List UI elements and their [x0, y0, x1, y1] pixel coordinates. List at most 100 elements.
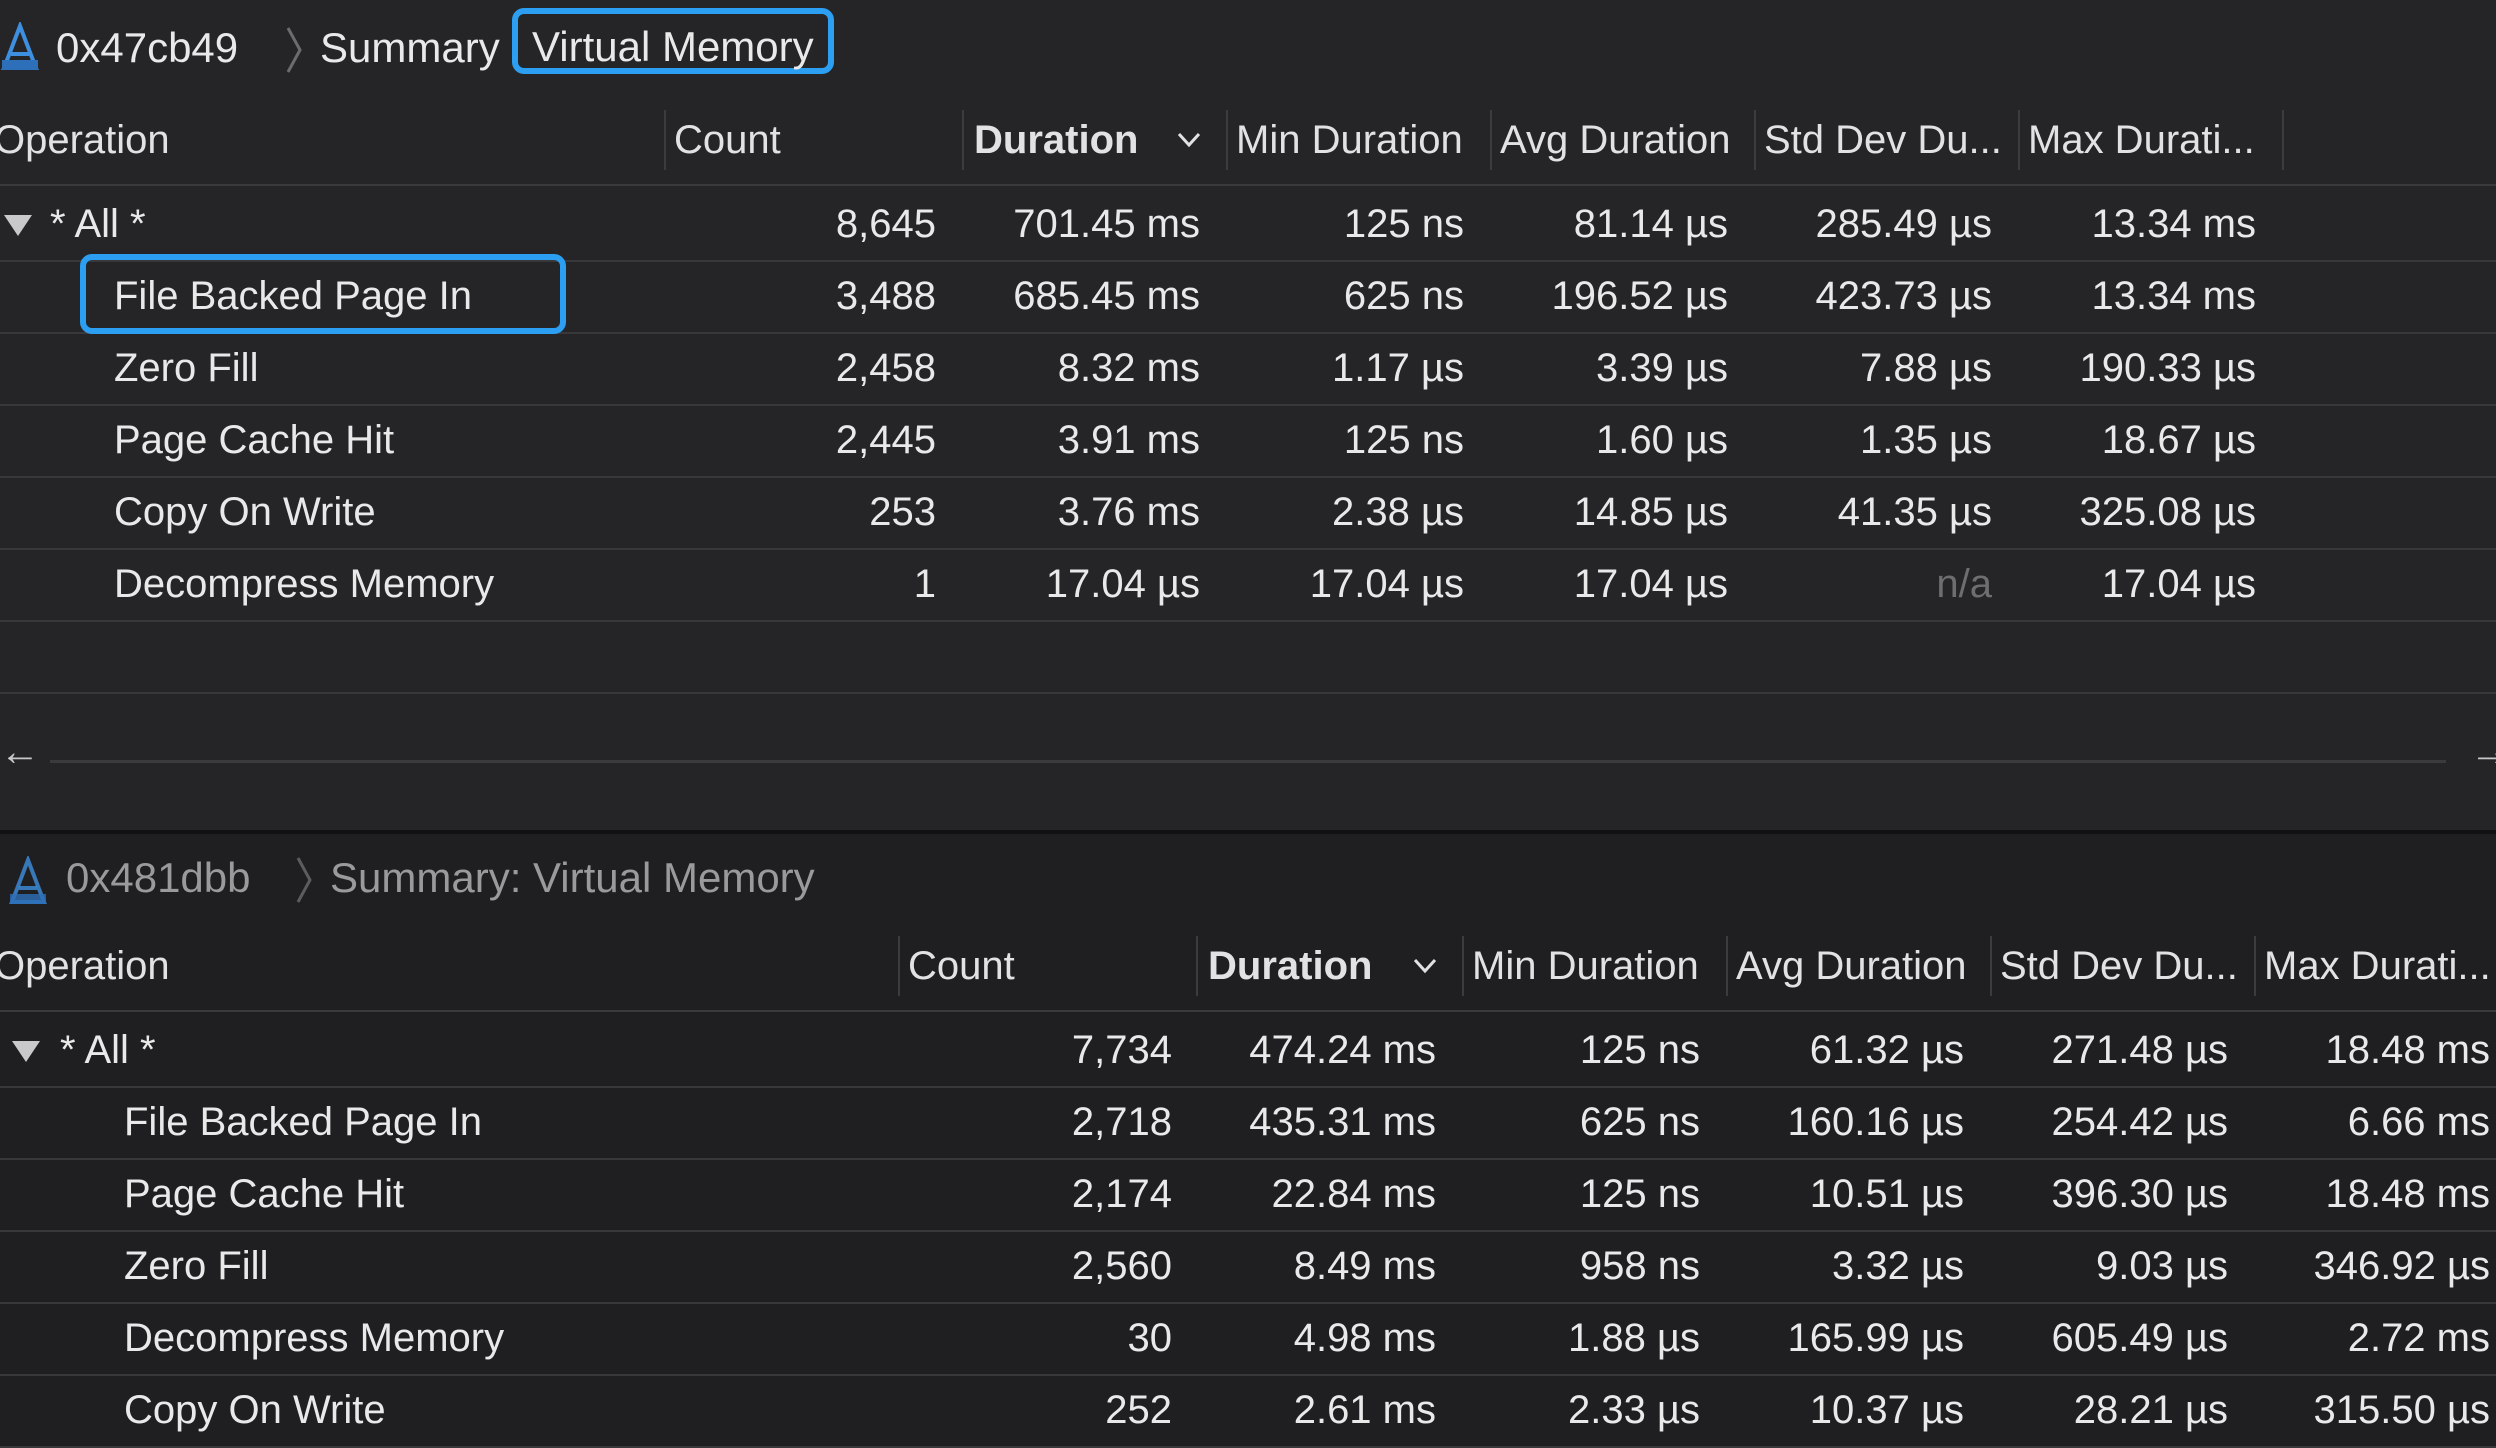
- row-avg: 10.51 µs: [1809, 1172, 1964, 1216]
- row-max: 6.66 ms: [2347, 1100, 2490, 1144]
- row-count: 2,174: [1071, 1172, 1172, 1216]
- table-row[interactable]: File Backed Page In 3,488 685.45 ms 625 …: [0, 254, 2496, 334]
- col-header-duration[interactable]: Duration: [974, 96, 1174, 184]
- table-row[interactable]: File Backed Page In 2,718 435.31 ms 625 …: [0, 1086, 2496, 1160]
- row-max: 18.48 ms: [2325, 1172, 2490, 1216]
- breadcrumb-virtual-memory[interactable]: Virtual Memory: [512, 8, 834, 74]
- column-divider[interactable]: [664, 110, 666, 170]
- row-count: 7,734: [1071, 1028, 1172, 1072]
- row-max: 346.92 µs: [2313, 1244, 2490, 1288]
- row-avg: 17.04 µs: [1573, 562, 1728, 606]
- col-header-avg-duration[interactable]: Avg Duration: [1736, 922, 1992, 1010]
- row-duration: 17.04 µs: [1045, 562, 1200, 606]
- row-max: 315.50 µs: [2313, 1388, 2490, 1432]
- row-name: Decompress Memory: [114, 562, 495, 606]
- column-divider[interactable]: [1462, 936, 1464, 996]
- row-count: 8,645: [835, 202, 936, 246]
- row-duration: 435.31 ms: [1249, 1100, 1436, 1144]
- breadcrumb-summary[interactable]: Summary: [320, 24, 500, 72]
- row-min: 2.33 µs: [1567, 1388, 1700, 1432]
- row-duration: 4.98 ms: [1293, 1316, 1436, 1360]
- row-min: 2.38 µs: [1331, 490, 1464, 534]
- disclosure-triangle-icon[interactable]: [10, 1038, 42, 1064]
- row-max: 18.67 µs: [2101, 418, 2256, 462]
- chevron-down-icon[interactable]: [1176, 130, 1202, 150]
- table-row[interactable]: Copy On Write 252 2.61 ms 2.33 µs 10.37 …: [0, 1374, 2496, 1448]
- col-header-avg-duration[interactable]: Avg Duration: [1500, 96, 1756, 184]
- table-row[interactable]: * All * 7,734 474.24 ms 125 ns 61.32 µs …: [0, 1014, 2496, 1088]
- row-max: 190.33 µs: [2079, 346, 2256, 390]
- col-header-max-duration[interactable]: Max Durati...: [2264, 922, 2496, 1010]
- column-divider[interactable]: [2282, 110, 2284, 170]
- row-avg: 10.37 µs: [1809, 1388, 1964, 1432]
- disclosure-triangle-icon[interactable]: [2, 212, 34, 238]
- column-divider[interactable]: [1726, 936, 1728, 996]
- row-duration: 685.45 ms: [1013, 274, 1200, 318]
- row-name: Copy On Write: [124, 1388, 386, 1432]
- row-name: Zero Fill: [124, 1244, 269, 1288]
- column-divider[interactable]: [2018, 110, 2020, 170]
- breadcrumb-process[interactable]: 0x481dbb: [66, 854, 251, 902]
- table-row[interactable]: Page Cache Hit 2,445 3.91 ms 125 ns 1.60…: [0, 404, 2496, 478]
- row-min: 625 ns: [1343, 274, 1464, 318]
- col-header-count[interactable]: Count: [908, 922, 1188, 1010]
- col-header-max-duration[interactable]: Max Durati...: [2028, 96, 2284, 184]
- table-row[interactable]: Page Cache Hit 2,174 22.84 ms 125 ns 10.…: [0, 1158, 2496, 1232]
- jump-bar: 0x47cb49 Summary Virtual Memory: [0, 0, 2496, 96]
- row-avg: 3.39 µs: [1595, 346, 1728, 390]
- col-header-std-dev[interactable]: Std Dev Du...: [1764, 96, 2020, 184]
- row-max: 17.04 µs: [2101, 562, 2256, 606]
- col-header-min-duration[interactable]: Min Duration: [1472, 922, 1728, 1010]
- breadcrumb-process[interactable]: 0x47cb49: [56, 24, 238, 72]
- row-avg: 61.32 µs: [1809, 1028, 1964, 1072]
- empty-row: [0, 620, 2496, 694]
- horizontal-scroll-track[interactable]: [50, 760, 2446, 763]
- row-std: 7.88 µs: [1859, 346, 1992, 390]
- row-std: n/a: [1936, 562, 1992, 606]
- row-std: 396.30 µs: [2051, 1172, 2228, 1216]
- column-divider[interactable]: [1196, 936, 1198, 996]
- row-min: 17.04 µs: [1309, 562, 1464, 606]
- table-header: Operation Count Duration Min Duration Av…: [0, 96, 2496, 186]
- breadcrumb-summary[interactable]: Summary: Virtual Memory: [330, 854, 815, 902]
- arrow-left-icon[interactable]: ←: [0, 730, 40, 775]
- table-row[interactable]: Copy On Write 253 3.76 ms 2.38 µs 14.85 …: [0, 476, 2496, 550]
- column-divider[interactable]: [1754, 110, 1756, 170]
- row-std: 271.48 µs: [2051, 1028, 2228, 1072]
- arrow-right-icon[interactable]: →: [2470, 730, 2496, 775]
- column-divider[interactable]: [1990, 936, 1992, 996]
- col-header-operation[interactable]: Operation: [0, 96, 644, 184]
- column-divider[interactable]: [1490, 110, 1492, 170]
- row-avg: 1.60 µs: [1595, 418, 1728, 462]
- col-header-std-dev[interactable]: Std Dev Du...: [2000, 922, 2256, 1010]
- col-header-duration[interactable]: Duration: [1208, 922, 1408, 1010]
- row-count: 2,560: [1071, 1244, 1172, 1288]
- table-row[interactable]: Zero Fill 2,458 8.32 ms 1.17 µs 3.39 µs …: [0, 332, 2496, 406]
- instruments-icon: [9, 856, 47, 904]
- row-min: 125 ns: [1343, 418, 1464, 462]
- row-duration: 8.32 ms: [1057, 346, 1200, 390]
- row-avg: 3.32 µs: [1831, 1244, 1964, 1288]
- column-divider[interactable]: [2254, 936, 2256, 996]
- column-divider[interactable]: [898, 936, 900, 996]
- row-name: * All *: [60, 1028, 156, 1072]
- chevron-down-icon[interactable]: [1412, 956, 1438, 976]
- row-name: Copy On Write: [114, 490, 376, 534]
- row-duration: 8.49 ms: [1293, 1244, 1436, 1288]
- row-count: 3,488: [835, 274, 936, 318]
- col-header-count[interactable]: Count: [674, 96, 954, 184]
- bottom-pane: 0x481dbb Summary: Virtual Memory Operati…: [0, 830, 2496, 1448]
- table-row[interactable]: Zero Fill 2,560 8.49 ms 958 ns 3.32 µs 9…: [0, 1230, 2496, 1304]
- row-count: 1: [913, 562, 936, 606]
- col-header-operation[interactable]: Operation: [0, 922, 884, 1010]
- row-max: 18.48 ms: [2325, 1028, 2490, 1072]
- table-row[interactable]: Decompress Memory 30 4.98 ms 1.88 µs 165…: [0, 1302, 2496, 1376]
- table-row[interactable]: Decompress Memory 1 17.04 µs 17.04 µs 17…: [0, 548, 2496, 622]
- row-duration: 22.84 ms: [1271, 1172, 1436, 1216]
- table-row[interactable]: * All * 8,645 701.45 ms 125 ns 81.14 µs …: [0, 188, 2496, 262]
- row-min: 1.88 µs: [1567, 1316, 1700, 1360]
- column-divider[interactable]: [962, 110, 964, 170]
- column-divider[interactable]: [1226, 110, 1228, 170]
- col-header-min-duration[interactable]: Min Duration: [1236, 96, 1492, 184]
- row-std: 9.03 µs: [2095, 1244, 2228, 1288]
